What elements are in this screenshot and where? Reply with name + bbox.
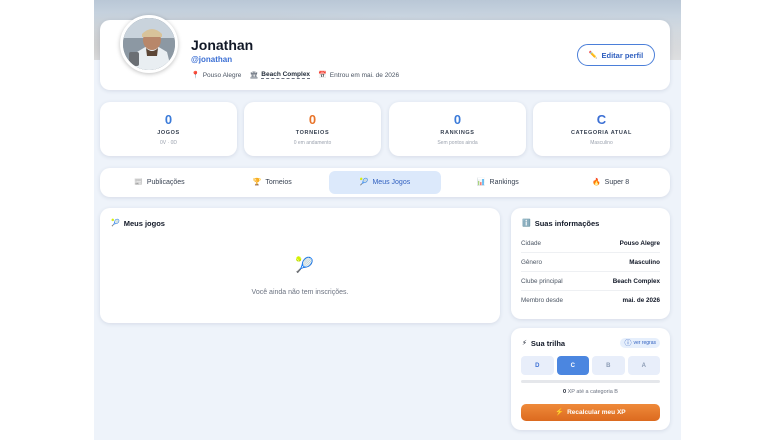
info-row-gender: Gênero Masculino bbox=[521, 254, 660, 272]
stat-label: RANKINGS bbox=[440, 130, 475, 136]
stat-label: TORNEIOS bbox=[295, 130, 330, 136]
stat-card-categoria[interactable]: C CATEGORIA ATUAL Masculino bbox=[533, 102, 670, 156]
info-value: Pouso Alegre bbox=[619, 240, 660, 247]
profile-city: Pouso Alegre bbox=[202, 71, 242, 79]
tab-label: Publicações bbox=[146, 179, 185, 186]
tab-label: Meus Jogos bbox=[372, 179, 411, 186]
profile-name: Jonathan bbox=[191, 37, 254, 53]
level-b[interactable]: B bbox=[592, 356, 625, 375]
info-value: mai. de 2026 bbox=[622, 296, 660, 304]
info-row-club: Clube principal Beach Complex bbox=[521, 273, 660, 291]
profile-meta: 📍 Pouso Alegre 🏛 Beach Complex 📅 Entrou … bbox=[191, 71, 399, 79]
info-circle-icon: ⓘ bbox=[624, 339, 632, 347]
stat-card-torneios[interactable]: 0 TORNEIOS 0 em andamento bbox=[244, 102, 381, 156]
profile-joined: Entrou em mai. de 2026 bbox=[329, 71, 400, 79]
tab-label: Rankings bbox=[489, 179, 519, 186]
level-d[interactable]: D bbox=[521, 356, 554, 375]
avatar[interactable] bbox=[120, 15, 178, 73]
trail-panel: ⚡ Sua trilha ⓘ ver regras D C B A 0 XP a… bbox=[511, 328, 670, 430]
info-row-member-since: Membro desde mai. de 2026 bbox=[521, 291, 660, 309]
edit-profile-button[interactable]: ✏️ Editar perfil bbox=[577, 44, 655, 66]
info-row-city: Cidade Pouso Alegre bbox=[521, 235, 660, 253]
section-title: ⚡ Sua trilha bbox=[522, 339, 565, 348]
racket-icon: 🎾 bbox=[295, 257, 314, 274]
lightning-icon: ⚡ bbox=[555, 409, 565, 416]
my-games-panel: 🎾 Meus jogos 🎾 Você ainda não tem inscri… bbox=[100, 208, 500, 323]
level-a[interactable]: A bbox=[627, 356, 660, 375]
xp-value: 0 bbox=[563, 389, 567, 395]
tab-rankings[interactable]: 📊 Rankings bbox=[441, 171, 554, 194]
calendar-icon: 📅 bbox=[318, 71, 327, 79]
recalculate-xp-label: Recalcular meu XP bbox=[567, 409, 626, 416]
xp-label: XP até a categoria B bbox=[567, 389, 618, 395]
info-value: Beach Complex bbox=[612, 278, 660, 285]
recalculate-xp-button[interactable]: ⚡ Recalcular meu XP bbox=[521, 404, 660, 421]
stat-value: C bbox=[596, 112, 607, 127]
stat-value: 0 bbox=[308, 112, 317, 127]
profile-header: Jonathan @jonathan 📍 Pouso Alegre 🏛 Beac… bbox=[100, 15, 670, 90]
trophy-icon: 🏆 bbox=[252, 179, 262, 186]
racket-icon: 🎾 bbox=[111, 220, 120, 227]
xp-progress-bar bbox=[521, 380, 660, 383]
tab-label: Torneios bbox=[265, 179, 292, 186]
my-games-title: Meus jogos bbox=[123, 219, 165, 228]
info-key: Membro desde bbox=[521, 296, 563, 304]
racket-icon: 🎾 bbox=[359, 179, 369, 186]
info-panel: ℹ️ Suas informações Cidade Pouso Alegre … bbox=[511, 208, 670, 319]
category-levels: D C B A bbox=[521, 356, 660, 375]
stat-subtext: 0V · 0D bbox=[160, 140, 177, 146]
club-building-icon: 🏛 bbox=[249, 71, 259, 79]
profile-tabs: 📰 Publicações 🏆 Torneios 🎾 Meus Jogos 📊 … bbox=[100, 168, 670, 197]
stat-label: CATEGORIA ATUAL bbox=[571, 130, 632, 136]
info-key: Clube principal bbox=[521, 278, 563, 285]
lightning-icon: ⚡ bbox=[522, 340, 527, 347]
level-c[interactable]: C bbox=[556, 356, 589, 375]
section-title: ℹ️ Suas informações bbox=[522, 219, 599, 228]
bar-chart-icon: 📊 bbox=[476, 179, 486, 186]
tab-super-8[interactable]: 🔥 Super 8 bbox=[554, 171, 667, 194]
trail-title: Sua trilha bbox=[530, 339, 566, 348]
newspaper-icon: 📰 bbox=[134, 179, 143, 186]
tab-torneios[interactable]: 🏆 Torneios bbox=[216, 171, 329, 194]
pencil-icon: ✏️ bbox=[588, 51, 598, 59]
info-key: Cidade bbox=[521, 240, 541, 247]
profile-club-link[interactable]: Beach Complex bbox=[261, 71, 311, 79]
info-key: Gênero bbox=[521, 259, 543, 266]
tab-meus-jogos[interactable]: 🎾 Meus Jogos bbox=[328, 171, 442, 194]
stat-card-jogos[interactable]: 0 JOGOS 0V · 0D bbox=[100, 102, 237, 156]
stat-subtext: Sem pontos ainda bbox=[437, 140, 478, 146]
profile-page: Jonathan @jonathan 📍 Pouso Alegre 🏛 Beac… bbox=[94, 0, 681, 440]
stat-value: 0 bbox=[453, 112, 462, 127]
empty-state-text: Você ainda não tem inscrições. bbox=[251, 289, 349, 296]
stat-subtext: Masculino bbox=[590, 140, 613, 146]
fire-icon: 🔥 bbox=[591, 179, 601, 186]
edit-profile-label: Editar perfil bbox=[601, 50, 644, 60]
info-value: Masculino bbox=[629, 259, 660, 266]
xp-progress-text: 0 XP até a categoria B bbox=[511, 389, 670, 395]
tab-label: Super 8 bbox=[604, 179, 630, 186]
section-title: 🎾 Meus jogos bbox=[111, 219, 165, 228]
view-rules-button[interactable]: ⓘ ver regras bbox=[620, 338, 660, 348]
location-pin-icon: 📍 bbox=[191, 71, 200, 79]
stat-value: 0 bbox=[164, 112, 173, 127]
info-title: Suas informações bbox=[534, 219, 600, 228]
stat-card-rankings[interactable]: 0 RANKINGS Sem pontos ainda bbox=[389, 102, 526, 156]
stat-label: JOGOS bbox=[157, 130, 180, 136]
info-icon: ℹ️ bbox=[522, 220, 531, 227]
profile-handle: @jonathan bbox=[191, 55, 233, 64]
tab-publicacoes[interactable]: 📰 Publicações bbox=[103, 171, 216, 194]
stat-subtext: 0 em andamento bbox=[293, 140, 332, 146]
view-rules-label: ver regras bbox=[633, 340, 656, 346]
